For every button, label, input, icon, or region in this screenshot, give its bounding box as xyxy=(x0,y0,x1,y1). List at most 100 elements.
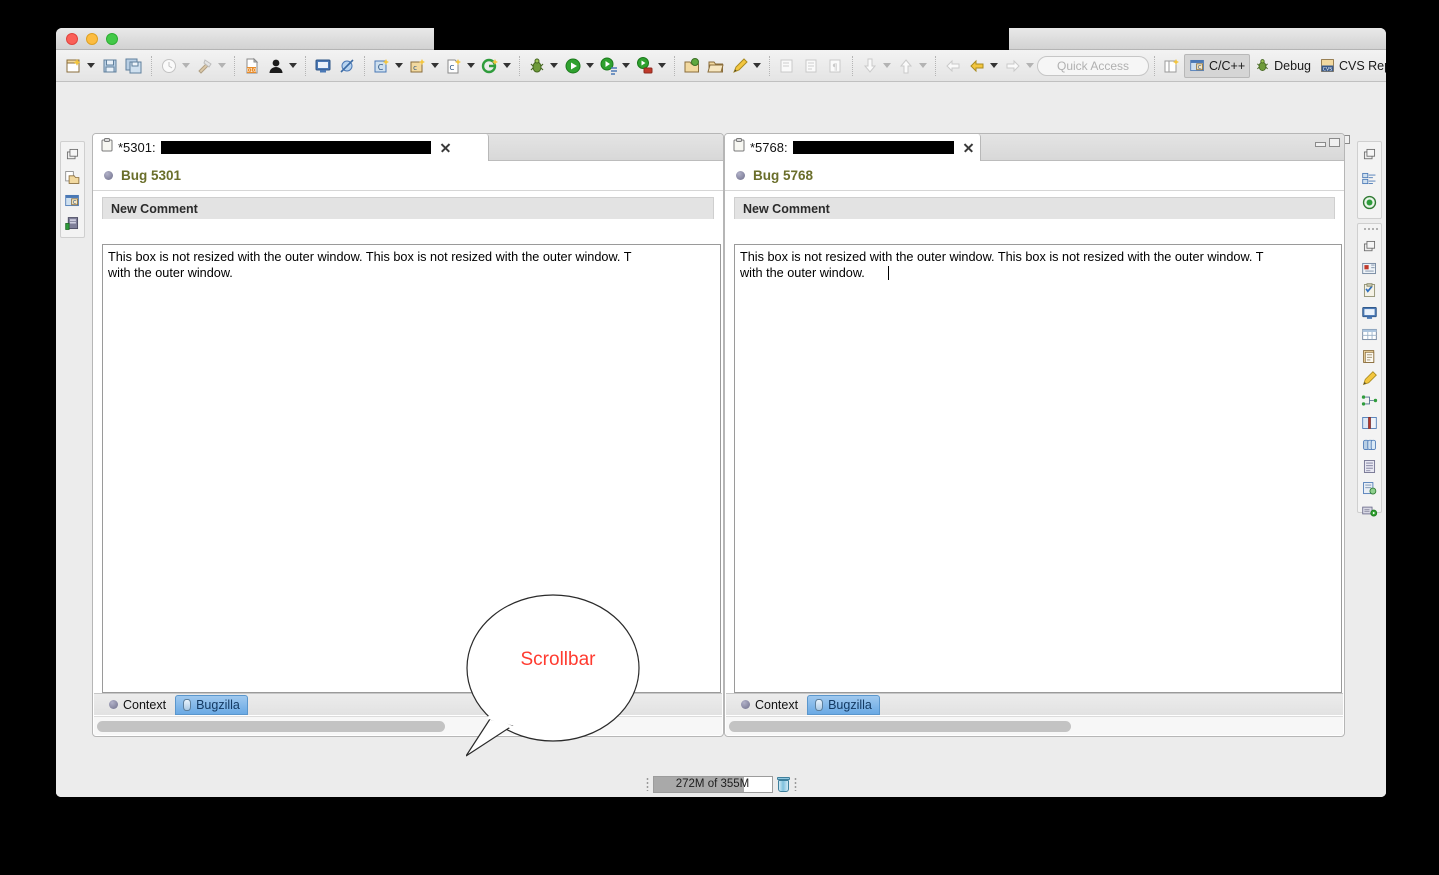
toolbar-search[interactable] xyxy=(728,53,764,79)
chevron-down-icon[interactable] xyxy=(395,63,403,68)
open-perspective-icon xyxy=(1162,56,1182,76)
toolbar-save-all[interactable] xyxy=(122,53,146,79)
drag-handle[interactable] xyxy=(793,777,797,791)
book-icon[interactable] xyxy=(1361,414,1378,431)
trash-icon[interactable] xyxy=(776,776,790,792)
toolbar-debug[interactable] xyxy=(525,53,561,79)
list-icon[interactable] xyxy=(1361,458,1378,475)
pencil-icon[interactable] xyxy=(1361,370,1378,387)
chevron-down-icon[interactable] xyxy=(467,63,475,68)
chevron-down-icon[interactable] xyxy=(990,63,998,68)
toolbar-build-clock[interactable] xyxy=(157,53,193,79)
outline-icon[interactable] xyxy=(1361,170,1378,187)
toolbar-open-resource[interactable] xyxy=(680,53,704,79)
toolbar-run-history[interactable] xyxy=(597,53,633,79)
drag-handle[interactable] xyxy=(1363,227,1378,230)
table-icon[interactable] xyxy=(1361,326,1378,343)
chevron-down-icon[interactable] xyxy=(218,63,226,68)
maximize-editor-button[interactable] xyxy=(1329,138,1340,147)
toolbar-skip-breakpoints[interactable] xyxy=(335,53,359,79)
horizontal-scrollbar-left[interactable] xyxy=(94,716,722,735)
toolbar-new-wizard[interactable] xyxy=(62,53,98,79)
console-icon[interactable] xyxy=(1361,304,1378,321)
toolbar-run-external[interactable] xyxy=(633,53,669,79)
chevron-down-icon[interactable] xyxy=(658,63,666,68)
hierarchy-icon[interactable] xyxy=(1361,392,1378,409)
horizontal-scrollbar-right[interactable] xyxy=(726,716,1343,735)
bottom-tab-context-left[interactable]: Context xyxy=(102,695,173,715)
zoom-window-button[interactable] xyxy=(106,33,118,45)
toolbar-paragraph[interactable]: ¶ xyxy=(823,53,847,79)
window-controls[interactable] xyxy=(66,33,118,45)
toolbar-new-source[interactable]: C xyxy=(442,53,478,79)
chevron-down-icon[interactable] xyxy=(550,63,558,68)
heap-monitor[interactable]: 272M of 355M xyxy=(652,775,773,793)
toolbar-next-annotation[interactable] xyxy=(858,53,894,79)
toolbar-new-class[interactable]: C xyxy=(370,53,406,79)
close-icon[interactable] xyxy=(440,142,451,153)
chevron-down-icon[interactable] xyxy=(289,63,297,68)
editor-tab-5768[interactable]: *5768: xyxy=(725,134,981,161)
toolbar-open-type[interactable] xyxy=(704,53,728,79)
toolbar-new-project[interactable] xyxy=(478,53,514,79)
chevron-down-icon[interactable] xyxy=(87,63,95,68)
chevron-down-icon[interactable] xyxy=(622,63,630,68)
chevron-down-icon[interactable] xyxy=(883,63,891,68)
perspective-cpp[interactable]: C C/C++ xyxy=(1184,53,1251,78)
toolbar-back[interactable] xyxy=(965,53,1001,79)
toolbar-task-list[interactable] xyxy=(799,53,823,79)
toolbar-console[interactable] xyxy=(311,53,335,79)
close-window-button[interactable] xyxy=(66,33,78,45)
new-comment-textarea-right[interactable]: This box is not resized with the outer w… xyxy=(734,244,1342,693)
open-perspective-button[interactable] xyxy=(1160,53,1184,79)
scrollbar-thumb[interactable] xyxy=(97,720,446,732)
toolbar-new-task[interactable] xyxy=(775,53,799,79)
chevron-down-icon[interactable] xyxy=(753,63,761,68)
new-source-icon: C xyxy=(444,56,464,76)
restore-icon[interactable] xyxy=(64,146,81,163)
stack-icon[interactable] xyxy=(1361,436,1378,453)
bookmarks-icon[interactable] xyxy=(1361,260,1378,277)
target-icon[interactable] xyxy=(1361,194,1378,211)
toolbar-new-header[interactable]: c xyxy=(406,53,442,79)
minimize-window-button[interactable] xyxy=(86,33,98,45)
editor-tab-5301[interactable]: *5301: xyxy=(93,134,489,161)
chevron-down-icon[interactable] xyxy=(919,63,927,68)
bottom-tab-bugzilla-left[interactable]: Bugzilla xyxy=(175,694,248,715)
new-comment-textarea-left[interactable]: This box is not resized with the outer w… xyxy=(102,244,721,693)
chevron-down-icon[interactable] xyxy=(586,63,594,68)
chevron-down-icon[interactable] xyxy=(182,63,190,68)
perspective-debug[interactable]: Debug xyxy=(1250,54,1315,78)
run-doc-icon[interactable] xyxy=(1361,502,1378,519)
toolbar-save[interactable] xyxy=(98,53,122,79)
search-doc-icon[interactable] xyxy=(1361,480,1378,497)
build-targets-icon[interactable] xyxy=(64,215,81,232)
drag-handle[interactable] xyxy=(645,777,649,791)
toolbar-back-history[interactable] xyxy=(941,53,965,79)
task-list-icon[interactable] xyxy=(1361,282,1378,299)
scrollbar-thumb[interactable] xyxy=(729,720,1072,732)
toolbar-run[interactable] xyxy=(561,53,597,79)
bug-header-left: Bug 5301 xyxy=(93,161,723,191)
restore-icon[interactable] xyxy=(1361,238,1378,255)
skip-breakpoints-icon xyxy=(337,56,357,76)
toolbar-user[interactable] xyxy=(264,53,300,79)
toolbar-forward[interactable] xyxy=(1001,53,1037,79)
section-title: New Comment xyxy=(743,201,830,216)
cpp-outline-icon[interactable]: C xyxy=(64,192,81,209)
toolbar-binary-file[interactable]: 010 xyxy=(240,53,264,79)
close-icon[interactable] xyxy=(963,142,974,153)
document-icon[interactable] xyxy=(1361,348,1378,365)
project-explorer-icon[interactable] xyxy=(64,169,81,186)
chevron-down-icon[interactable] xyxy=(431,63,439,68)
quick-access-input[interactable]: Quick Access xyxy=(1037,55,1149,76)
chevron-down-icon[interactable] xyxy=(1026,63,1034,68)
bottom-tab-context-right[interactable]: Context xyxy=(734,695,805,715)
restore-icon[interactable] xyxy=(1361,146,1378,163)
toolbar-previous-annotation[interactable] xyxy=(894,53,930,79)
chevron-down-icon[interactable] xyxy=(503,63,511,68)
toolbar-build-hammer[interactable] xyxy=(193,53,229,79)
perspective-cvs-repository-exploring[interactable]: CVS CVS Repository Exploring xyxy=(1315,54,1386,78)
minimize-editor-button[interactable] xyxy=(1315,142,1326,147)
bottom-tab-bugzilla-right[interactable]: Bugzilla xyxy=(807,694,880,715)
